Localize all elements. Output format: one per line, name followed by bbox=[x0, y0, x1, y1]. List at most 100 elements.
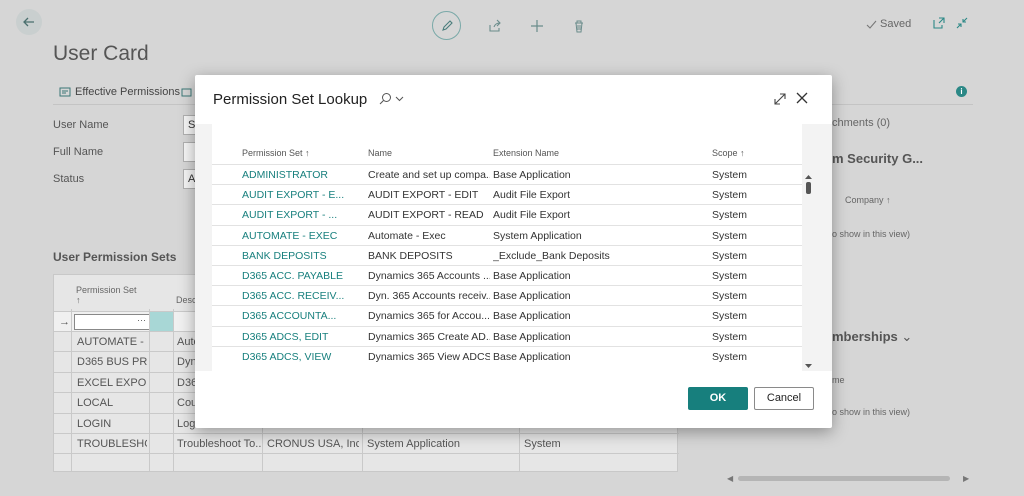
share-button[interactable] bbox=[487, 18, 503, 34]
cell-set: TROUBLESHO... bbox=[77, 438, 147, 450]
full-name-row: Full Name bbox=[53, 146, 133, 158]
factbox-scrollbar[interactable] bbox=[738, 476, 950, 481]
saved-status: Saved bbox=[866, 18, 911, 30]
attachments-factbox[interactable]: chments (0) bbox=[832, 117, 890, 129]
scope-cell: System bbox=[712, 330, 748, 343]
memberships-factbox-title[interactable]: mberships ⌄ bbox=[832, 329, 912, 345]
plus-icon bbox=[531, 19, 543, 32]
chevron-down-icon bbox=[395, 96, 404, 102]
name-cell: Automate - Exec bbox=[368, 229, 446, 242]
lookup-row[interactable]: AUTOMATE - EXEC Automate - Exec System App… bbox=[212, 224, 802, 245]
info-icon[interactable]: i bbox=[956, 86, 967, 97]
expand-icon[interactable] bbox=[773, 92, 787, 106]
permission-set-input[interactable]: ··· bbox=[74, 314, 150, 330]
selected-cell bbox=[150, 312, 174, 332]
col-header-permission-set[interactable]: Permission Set ↑ bbox=[76, 285, 146, 305]
name-cell: Create and set up compa... bbox=[368, 169, 490, 181]
lookup-row[interactable]: D365 ACC. PAYABLE Dynamics 365 Accounts .… bbox=[212, 265, 802, 285]
edit-button[interactable] bbox=[432, 11, 461, 40]
dialog-title: Permission Set Lookup bbox=[213, 91, 368, 108]
lookup-row[interactable]: AUDIT EXPORT - E... AUDIT EXPORT - EDIT Au… bbox=[212, 184, 802, 204]
col-header-permission-set[interactable]: Permission Set ↑ bbox=[242, 148, 310, 158]
scroll-down-icon[interactable] bbox=[804, 363, 813, 369]
collapse-icon[interactable] bbox=[955, 16, 969, 30]
lookup-row[interactable]: D365 ADCS, EDIT Dynamics 365 Create AD...… bbox=[212, 325, 802, 346]
delete-button[interactable] bbox=[571, 18, 587, 34]
saved-label: Saved bbox=[880, 18, 912, 30]
lookup-row[interactable]: AUDIT EXPORT - ... AUDIT EXPORT - READ Aud… bbox=[212, 204, 802, 224]
name-cell: AUDIT EXPORT - EDIT bbox=[368, 189, 479, 202]
scope-cell: System bbox=[712, 350, 748, 363]
col-header-description[interactable]: Desc bbox=[176, 295, 197, 305]
row-arrow-icon: → bbox=[59, 316, 70, 328]
permission-set-link[interactable]: AUTOMATE - EXEC bbox=[242, 230, 357, 242]
col-header-extension-name[interactable]: Extension Name bbox=[493, 148, 559, 158]
table-row[interactable]: TROUBLESHO... Troubleshoot To... CRONUS US… bbox=[54, 433, 679, 453]
extension-cell: Base Application bbox=[493, 290, 571, 303]
cancel-button[interactable]: Cancel bbox=[754, 387, 814, 410]
user-name-label: User Name bbox=[53, 119, 109, 131]
name-cell: BANK DEPOSITS bbox=[368, 249, 453, 262]
name-cell: Dynamics 365 Create AD... bbox=[368, 330, 490, 343]
memberships-label: mberships bbox=[832, 329, 898, 344]
checkmark-icon bbox=[866, 20, 877, 29]
company-col-label: Company bbox=[845, 195, 884, 205]
permission-set-link[interactable]: BANK DEPOSITS bbox=[242, 250, 357, 262]
search-icon bbox=[379, 93, 391, 105]
chevron-down-icon: ⌄ bbox=[901, 329, 913, 344]
scroll-left-icon[interactable]: ◀ bbox=[727, 474, 733, 483]
page-title: User Card bbox=[53, 42, 149, 65]
scope-cell: System bbox=[712, 229, 748, 242]
table-row[interactable] bbox=[54, 453, 679, 473]
cell-set: LOCAL bbox=[77, 397, 114, 410]
lookup-row[interactable]: D365 ACCOUNTA... Dynamics 365 for Accou..… bbox=[212, 305, 802, 325]
lookup-row[interactable]: D365 ACC. RECEIV... Dyn. 365 Accounts rec… bbox=[212, 285, 802, 305]
company-col-header: Company ↑ bbox=[845, 195, 891, 205]
search-button[interactable] bbox=[379, 92, 404, 105]
lookup-scrollbar[interactable] bbox=[804, 174, 813, 369]
col-header-name[interactable]: Name bbox=[368, 148, 392, 158]
name-cell: Dynamics 365 for Accou... bbox=[368, 310, 490, 323]
lookup-list-area: Permission Set ↑ Name Extension Name Sco… bbox=[195, 124, 832, 371]
permissions-icon bbox=[59, 87, 71, 97]
new-button[interactable] bbox=[529, 18, 545, 34]
close-icon[interactable] bbox=[795, 91, 809, 105]
lookup-row[interactable]: D365 ADCS, VIEW Dynamics 365 View ADCS Bas… bbox=[212, 345, 802, 366]
card-icon[interactable] bbox=[181, 87, 192, 98]
cell-ext: System Application bbox=[367, 438, 460, 450]
col-header-scope[interactable]: Scope ↑ bbox=[712, 148, 745, 158]
cell-desc: Troubleshoot To... bbox=[177, 438, 261, 450]
name-cell: Dynamics 365 Accounts ... bbox=[368, 270, 490, 282]
permission-set-link[interactable]: ADMINISTRATOR bbox=[242, 169, 357, 181]
permission-set-link[interactable]: AUDIT EXPORT - E... bbox=[242, 189, 357, 201]
permission-set-link[interactable]: D365 ADCS, VIEW bbox=[242, 351, 357, 363]
permission-set-link[interactable]: D365 ADCS, EDIT bbox=[242, 331, 357, 343]
permission-set-link[interactable]: D365 ACC. PAYABLE bbox=[242, 270, 357, 282]
open-new-window-icon[interactable] bbox=[932, 16, 946, 30]
effective-permissions-action[interactable]: Effective Permissions bbox=[59, 86, 180, 98]
scroll-up-icon[interactable] bbox=[804, 174, 813, 180]
arrow-left-icon bbox=[23, 17, 34, 27]
user-name-row: User Name bbox=[53, 119, 133, 131]
permission-set-link[interactable]: AUDIT EXPORT - ... bbox=[242, 209, 357, 221]
scope-cell: System bbox=[712, 209, 748, 222]
extension-cell: Base Application bbox=[493, 169, 571, 181]
trash-icon bbox=[575, 20, 583, 32]
ok-button[interactable]: OK bbox=[688, 387, 748, 410]
extension-cell: Audit File Export bbox=[493, 189, 571, 202]
scope-cell: System bbox=[712, 270, 748, 282]
lookup-row[interactable]: ADMINISTRATOR Create and set up compa... B… bbox=[212, 164, 802, 184]
scope-cell: System bbox=[712, 249, 748, 262]
name-cell: AUDIT EXPORT - READ bbox=[368, 209, 484, 222]
lookup-scroll-thumb[interactable] bbox=[806, 182, 811, 194]
cell-set: LOGIN bbox=[77, 417, 112, 430]
back-button[interactable] bbox=[16, 9, 42, 35]
permission-set-link[interactable]: D365 ACC. RECEIV... bbox=[242, 290, 357, 302]
name-cell: Dyn. 365 Accounts receiv... bbox=[368, 290, 490, 303]
extension-cell: Base Application bbox=[493, 330, 571, 343]
extension-cell: Base Application bbox=[493, 310, 571, 323]
lookup-row[interactable]: BANK DEPOSITS BANK DEPOSITS _Exclude_Bank … bbox=[212, 244, 802, 265]
permission-set-link[interactable]: D365 ACCOUNTA... bbox=[242, 310, 357, 322]
scroll-right-icon[interactable]: ▶ bbox=[963, 474, 969, 483]
cell-set: AUTOMATE - ... bbox=[77, 336, 147, 348]
